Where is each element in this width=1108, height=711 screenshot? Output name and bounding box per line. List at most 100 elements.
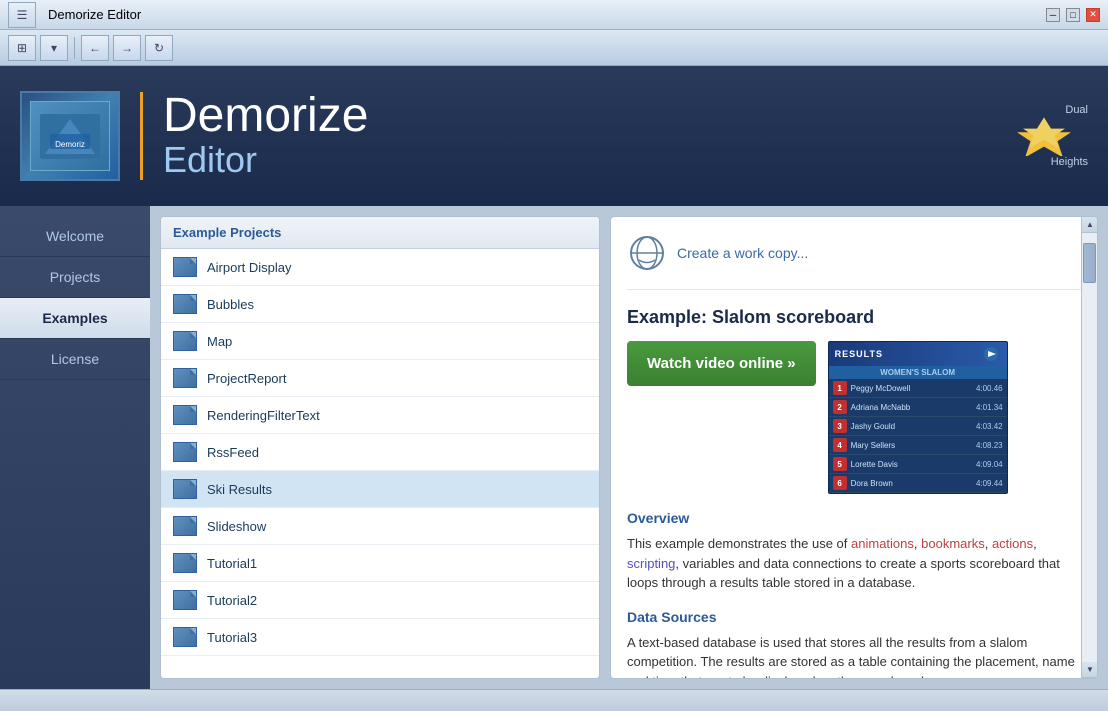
project-item[interactable]: Tutorial2 <box>161 582 599 619</box>
project-name: Airport Display <box>207 260 292 275</box>
toolbar-refresh-btn[interactable]: ↻ <box>145 35 173 61</box>
project-icon <box>173 590 197 610</box>
project-item[interactable]: RenderingFilterText <box>161 397 599 434</box>
ski-slalom-label: WOMEN'S SLALOM <box>829 366 1007 379</box>
app-title-area: Demorize Editor <box>140 92 368 180</box>
ski-position: 2 <box>833 400 847 414</box>
project-item[interactable]: Slideshow <box>161 508 599 545</box>
project-item[interactable]: Tutorial1 <box>161 545 599 582</box>
ski-position: 1 <box>833 381 847 395</box>
ski-position: 5 <box>833 457 847 471</box>
toolbar-grid-btn[interactable]: ⊞ <box>8 35 36 61</box>
sidebar-item-projects[interactable]: Projects <box>0 257 150 298</box>
ski-row: 1 Peggy McDowell 4:00.46 <box>829 379 1007 398</box>
window-controls: ☰ <box>8 2 36 28</box>
sidebar-welcome-label: Welcome <box>46 228 104 244</box>
ski-row: 3 Jashy Gould 4:03.42 <box>829 417 1007 436</box>
detail-panel: Create a work copy... Example: Slalom sc… <box>610 216 1098 679</box>
scroll-track <box>1082 233 1097 662</box>
ski-position: 3 <box>833 419 847 433</box>
toolbar-sep-1 <box>74 37 75 59</box>
ski-time: 4:00.46 <box>976 384 1003 393</box>
minimize-btn[interactable]: ─ <box>1046 8 1060 22</box>
work-copy-section: Create a work copy... <box>627 233 1081 290</box>
maximize-btn[interactable]: □ <box>1066 8 1080 22</box>
project-item[interactable]: Tutorial3 <box>161 619 599 656</box>
app-menu-btn[interactable]: ☰ <box>8 2 36 28</box>
app-name-editor: Editor <box>163 140 368 180</box>
content-panel: Example Projects Airport Display Bubbles… <box>150 206 1108 689</box>
ski-row: 2 Adriana McNabb 4:01.34 <box>829 398 1007 417</box>
app-logo: Demoriz <box>20 91 120 181</box>
project-icon <box>173 405 197 425</box>
project-name: Tutorial2 <box>207 593 257 608</box>
project-icon <box>173 331 197 351</box>
sidebar-item-license[interactable]: License <box>0 339 150 380</box>
ski-row: 5 Lorette Davis 4:09.04 <box>829 455 1007 474</box>
sidebar-item-examples[interactable]: Examples <box>0 298 150 339</box>
project-item[interactable]: Map <box>161 323 599 360</box>
project-name: ProjectReport <box>207 371 286 386</box>
brand-top: Dual <box>1065 104 1088 116</box>
work-copy-icon <box>627 233 667 273</box>
projects-list-container: Example Projects Airport Display Bubbles… <box>160 216 600 679</box>
scroll-up-arrow[interactable]: ▲ <box>1082 217 1098 233</box>
sidebar-examples-label: Examples <box>42 310 107 326</box>
svg-text:Demoriz: Demoriz <box>55 140 85 149</box>
project-item[interactable]: Airport Display <box>161 249 599 286</box>
close-btn[interactable]: ✕ <box>1086 8 1100 22</box>
sidebar-license-label: License <box>51 351 99 367</box>
titlebar: ☰ Demorize Editor ─ □ ✕ <box>0 0 1108 30</box>
statusbar <box>0 689 1108 711</box>
sidebar-item-welcome[interactable]: Welcome <box>0 216 150 257</box>
project-name: Bubbles <box>207 297 254 312</box>
project-name: RssFeed <box>207 445 259 460</box>
ski-preview: RESULTS WOMEN'S SLALOM 1 Peggy McDowell … <box>828 341 1008 494</box>
project-item[interactable]: ProjectReport <box>161 360 599 397</box>
example-preview-row: Watch video online » RESULTS WOMEN'S SLA… <box>627 341 1081 494</box>
project-name: Map <box>207 334 232 349</box>
toolbar-forward-btn[interactable]: → <box>113 35 141 61</box>
ski-position: 4 <box>833 438 847 452</box>
window-title: Demorize Editor <box>48 7 141 22</box>
data-sources-header: Data Sources <box>627 609 1081 625</box>
toolbar-arrow-btn[interactable]: ▾ <box>40 35 68 61</box>
ski-results-label: RESULTS <box>835 349 883 359</box>
sidebar: Welcome Projects Examples License <box>0 206 150 689</box>
ski-time: 4:09.04 <box>976 460 1003 469</box>
ski-row: 4 Mary Sellers 4:08.23 <box>829 436 1007 455</box>
overview-text: This example demonstrates the use of ani… <box>627 534 1081 593</box>
projects-list-header: Example Projects <box>161 217 599 249</box>
scroll-arrows: ▲ ▼ <box>1081 217 1097 678</box>
scroll-down-arrow[interactable]: ▼ <box>1082 662 1098 678</box>
project-item[interactable]: Bubbles <box>161 286 599 323</box>
project-name: Slideshow <box>207 519 266 534</box>
ski-time: 4:01.34 <box>976 403 1003 412</box>
scroll-thumb[interactable] <box>1083 243 1096 283</box>
project-icon <box>173 368 197 388</box>
project-icon <box>173 442 197 462</box>
project-item[interactable]: RssFeed <box>161 434 599 471</box>
dual-heights-logo: Dual Heights <box>1008 104 1088 168</box>
overview-header: Overview <box>627 510 1081 526</box>
project-item[interactable]: Ski Results <box>161 471 599 508</box>
app-header: Demoriz Demorize Editor Dual Heights <box>0 66 1108 206</box>
watch-video-btn[interactable]: Watch video online » <box>627 341 816 386</box>
toolbar: ⊞ ▾ ← → ↻ <box>0 30 1108 66</box>
work-copy-link[interactable]: Create a work copy... <box>677 245 808 261</box>
example-title: Example: Slalom scoreboard <box>627 306 1081 329</box>
toolbar-back-btn[interactable]: ← <box>81 35 109 61</box>
project-icon <box>173 516 197 536</box>
ski-athlete-name: Dora Brown <box>851 479 972 488</box>
app-name-demorize: Demorize <box>163 92 368 140</box>
ski-row: 6 Dora Brown 4:09.44 <box>829 474 1007 493</box>
ski-athlete-name: Adriana McNabb <box>851 403 972 412</box>
ski-time: 4:09.44 <box>976 479 1003 488</box>
main-content: Welcome Projects Examples License Exampl… <box>0 206 1108 689</box>
ski-athlete-name: Peggy McDowell <box>851 384 972 393</box>
ski-athlete-name: Mary Sellers <box>851 441 972 450</box>
detail-scroll-area[interactable]: Create a work copy... Example: Slalom sc… <box>611 217 1097 678</box>
ski-time: 4:03.42 <box>976 422 1003 431</box>
ski-results-header: RESULTS <box>829 342 1007 366</box>
brand-bottom: Heights <box>1051 156 1088 168</box>
